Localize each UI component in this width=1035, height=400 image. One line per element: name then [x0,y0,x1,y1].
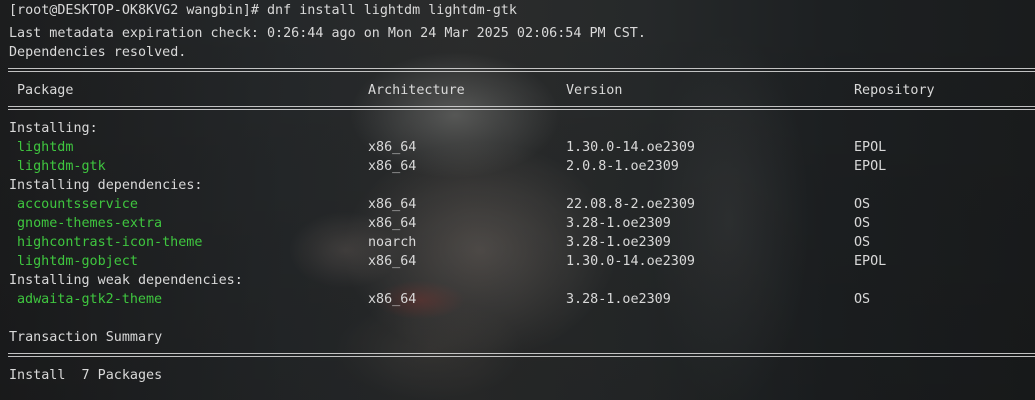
group-title: Installing dependencies: [9,178,203,193]
deps-resolved-line: Dependencies resolved. [9,45,187,60]
package-repo: OS [854,292,871,307]
package-version: 3.28-1.oe2309 [566,216,671,231]
transaction-summary-title: Transaction Summary [9,330,163,345]
metadata-line: Last metadata expiration check: 0:26:44 … [9,26,646,41]
separator-line [8,104,1035,112]
header-version: Version [566,83,623,98]
package-version: 3.28-1.oe2309 [566,235,671,250]
package-version: 2.0.8-1.oe2309 [566,159,679,174]
package-arch: x86_64 [368,159,417,174]
package-name: lightdm [17,140,74,155]
package-name: adwaita-gtk2-theme [17,292,163,307]
table-row: lightdm x86_64 1.30.0-14.oe2309 EPOL [0,138,1035,157]
package-repo: OS [854,197,871,212]
package-version: 1.30.0-14.oe2309 [566,254,695,269]
package-repo: EPOL [854,140,887,155]
command-line: [root@DESKTOP-OK8KVG2 wangbin]# dnf inst… [9,1,517,20]
package-name: highcontrast-icon-theme [17,235,203,250]
package-name: lightdm-gtk [17,159,106,174]
package-name: accountsservice [17,197,138,212]
header-repository: Repository [854,83,935,98]
package-repo: OS [854,216,871,231]
package-arch: x86_64 [368,292,417,307]
package-arch: x86_64 [368,254,417,269]
install-summary: Install 7 Packages [9,368,163,383]
table-row: gnome-themes-extra x86_64 3.28-1.oe2309 … [0,214,1035,233]
separator-line [8,66,1035,74]
package-arch: x86_64 [368,216,417,231]
package-repo: EPOL [854,254,887,269]
table-header: Package Architecture Version Repository [0,81,1035,100]
package-name: lightdm-gobject [17,254,138,269]
table-row: highcontrast-icon-theme noarch 3.28-1.oe… [0,233,1035,252]
separator-line [8,351,1035,359]
table-row: accountsservice x86_64 22.08.8-2.oe2309 … [0,195,1035,214]
package-name: gnome-themes-extra [17,216,163,231]
package-arch: x86_64 [368,140,417,155]
terminal-output[interactable]: [root@DESKTOP-OK8KVG2 wangbin]# dnf inst… [0,0,1035,400]
header-architecture: Architecture [368,83,465,98]
group-title: Installing: [9,121,98,136]
package-repo: EPOL [854,159,887,174]
table-row: lightdm-gobject x86_64 1.30.0-14.oe2309 … [0,252,1035,271]
group-title: Installing weak dependencies: [9,273,243,288]
typed-command: dnf install lightdm lightdm-gtk [266,3,517,18]
shell-prompt: [root@DESKTOP-OK8KVG2 wangbin]# [9,3,267,18]
package-arch: noarch [368,235,417,250]
package-version: 1.30.0-14.oe2309 [566,140,695,155]
package-arch: x86_64 [368,197,417,212]
package-version: 22.08.8-2.oe2309 [566,197,695,212]
header-package: Package [17,83,74,98]
package-repo: OS [854,235,871,250]
package-version: 3.28-1.oe2309 [566,292,671,307]
table-row: adwaita-gtk2-theme x86_64 3.28-1.oe2309 … [0,290,1035,309]
table-row: lightdm-gtk x86_64 2.0.8-1.oe2309 EPOL [0,157,1035,176]
